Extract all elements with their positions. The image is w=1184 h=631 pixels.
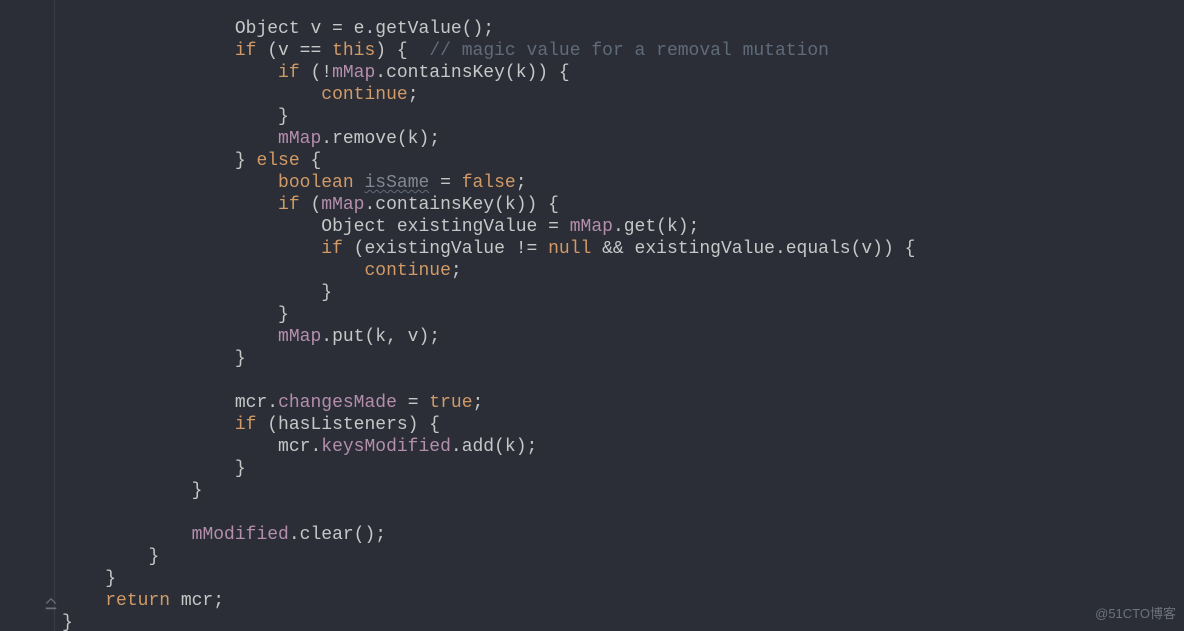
editor-gutter	[0, 0, 62, 631]
code-line: mMap.remove(k);	[62, 129, 440, 149]
code-line: if (mMap.containsKey(k)) {	[62, 195, 559, 215]
code-line: }	[62, 569, 116, 589]
code-area[interactable]: Object v = e.getValue(); if (v == this) …	[62, 18, 915, 631]
code-line: mcr.keysModified.add(k);	[62, 437, 537, 457]
code-line: Object existingValue = mMap.get(k);	[62, 217, 699, 237]
code-line: boolean isSame = false;	[62, 173, 527, 193]
code-line: if (v == this) { // magic value for a re…	[62, 41, 829, 61]
code-line: }	[62, 459, 246, 479]
code-line: }	[62, 107, 289, 127]
code-line: Object v = e.getValue();	[62, 19, 494, 39]
code-line: }	[62, 305, 289, 325]
code-line: continue;	[62, 261, 462, 281]
code-line: return mcr;	[62, 591, 224, 611]
code-line: if (!mMap.containsKey(k)) {	[62, 63, 570, 83]
watermark: @51CTO博客	[1095, 603, 1176, 625]
code-line: if (existingValue != null && existingVal…	[62, 239, 915, 259]
code-line: }	[62, 283, 332, 303]
code-line: }	[62, 349, 246, 369]
gutter-separator	[54, 0, 55, 631]
fold-end-icon[interactable]	[44, 597, 58, 611]
code-line: if (hasListeners) {	[62, 415, 440, 435]
code-line: } else {	[62, 151, 321, 171]
code-line: }	[62, 481, 202, 501]
code-line: mModified.clear();	[62, 525, 386, 545]
code-line: }	[62, 613, 73, 631]
code-line: }	[62, 547, 159, 567]
code-line: mMap.put(k, v);	[62, 327, 440, 347]
code-line: continue;	[62, 85, 419, 105]
code-line: mcr.changesMade = true;	[62, 393, 483, 413]
